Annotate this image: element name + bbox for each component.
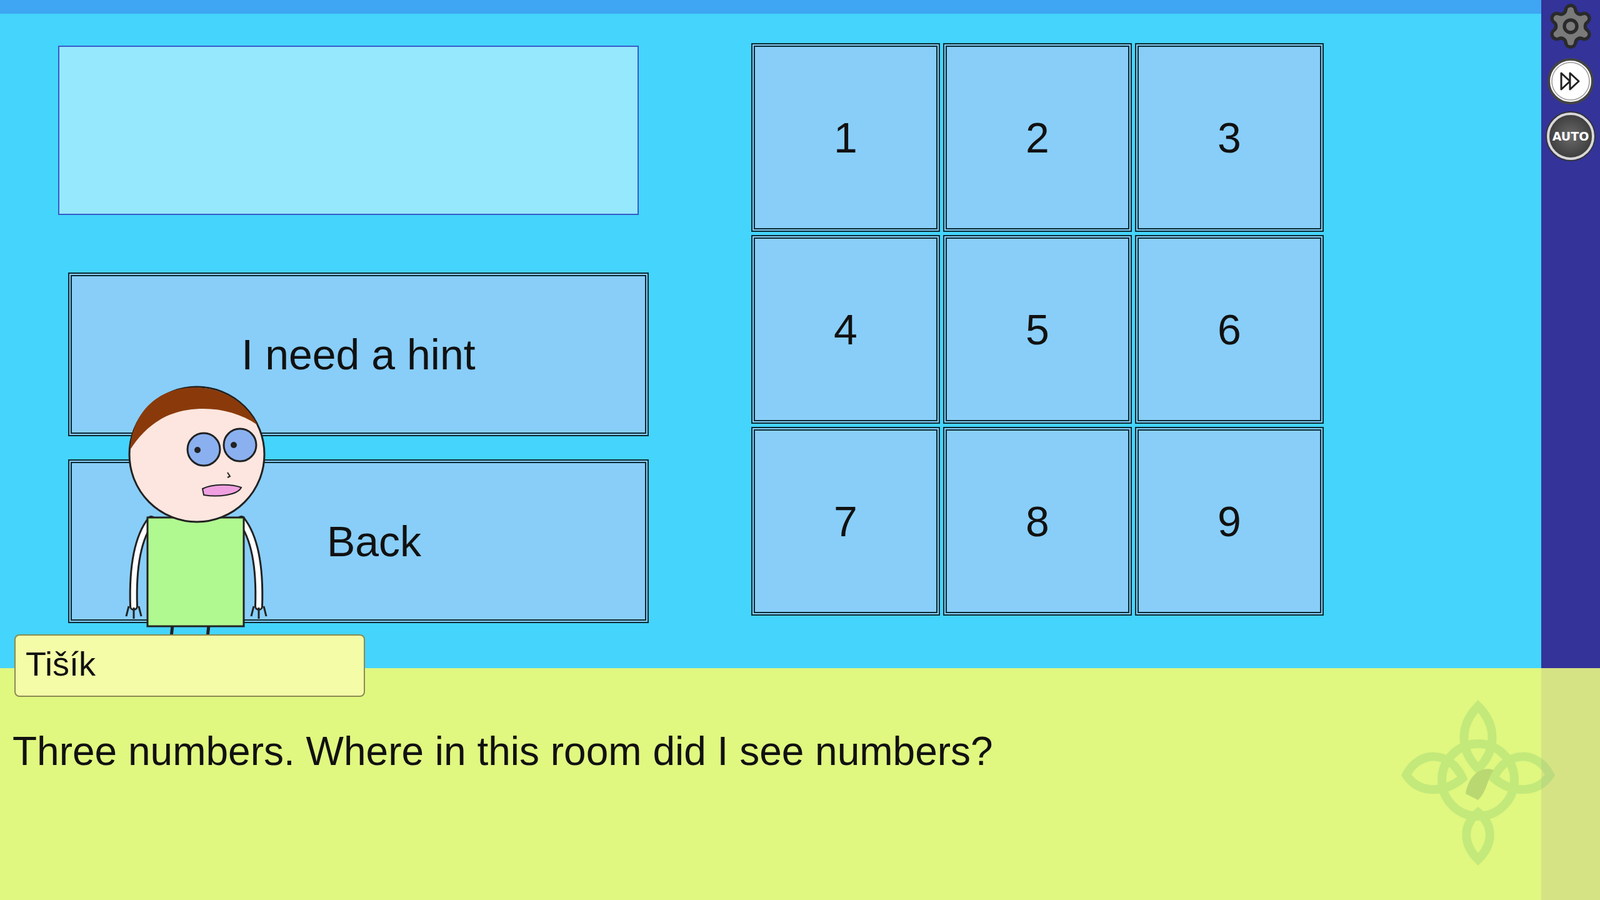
scout-logo-icon xyxy=(1400,700,1557,866)
auto-button[interactable]: AUTO xyxy=(1545,111,1596,162)
game-screen: I need a hintBack123456789AUTOTišíkThree… xyxy=(0,0,1600,900)
fast-forward-icon xyxy=(1546,56,1595,106)
dialogue-text: Three numbers. Where in this room did I … xyxy=(12,725,1585,778)
keypad-key[interactable]: 9 xyxy=(1135,426,1324,616)
keypad-key[interactable]: 5 xyxy=(943,235,1132,424)
gear-icon xyxy=(1545,1,1596,52)
settings-button[interactable] xyxy=(1545,1,1596,52)
keypad-key[interactable]: 2 xyxy=(943,43,1132,232)
keypad-key[interactable]: 1 xyxy=(751,43,940,232)
scene: I need a hintBack123456789AUTO xyxy=(0,0,1600,669)
keypad-key[interactable]: 7 xyxy=(751,426,940,616)
stage: I need a hintBack123456789 xyxy=(0,0,1542,669)
auto-label: AUTO xyxy=(1546,112,1595,160)
speaker-name: Tišík xyxy=(14,634,365,697)
keypad-key[interactable]: 6 xyxy=(1135,235,1324,424)
quick-menu: AUTO xyxy=(1541,0,1600,669)
dialogue-box[interactable]: TišíkThree numbers. Where in this room d… xyxy=(0,668,1600,900)
keypad-key[interactable]: 3 xyxy=(1135,43,1324,232)
code-display xyxy=(58,45,639,215)
skip-button[interactable] xyxy=(1545,56,1596,107)
character-sprite xyxy=(118,368,275,638)
keypad-key[interactable]: 4 xyxy=(751,235,940,424)
keypad: 123 456 789 xyxy=(751,43,1324,616)
keypad-key[interactable]: 8 xyxy=(943,426,1132,616)
